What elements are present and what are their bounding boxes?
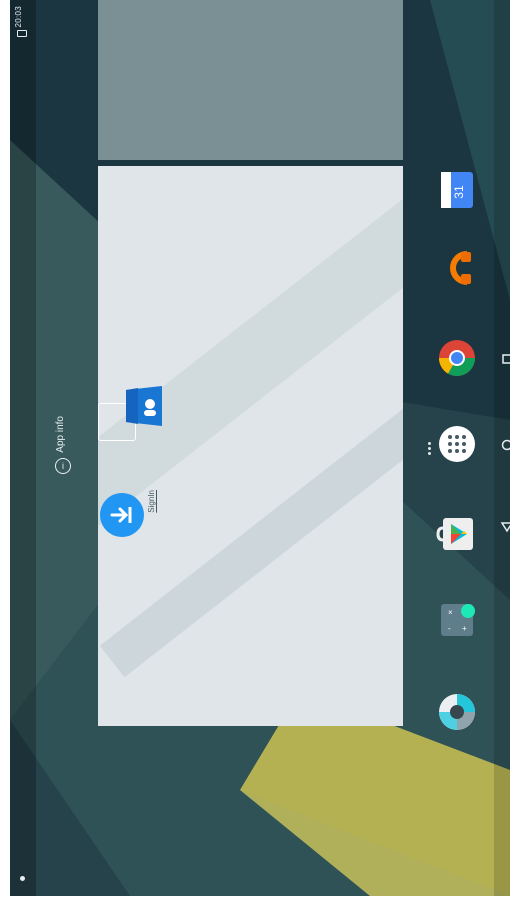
app-info-drop-target[interactable]: i App info <box>53 410 75 480</box>
battery-icon <box>17 30 27 37</box>
home-screen: 20:03 i App info SignIn 31 × + - <box>10 0 510 896</box>
calendar-icon[interactable]: 31 <box>435 168 479 212</box>
play-store-icon[interactable] <box>435 512 479 556</box>
chrome-icon[interactable] <box>435 336 479 380</box>
signin-widget-label: SignIn <box>147 490 156 513</box>
photos-icon[interactable] <box>435 690 479 734</box>
svg-text:+: + <box>462 624 467 633</box>
arrow-into-icon <box>110 507 132 523</box>
svg-text:31: 31 <box>452 185 466 199</box>
svg-text:×: × <box>448 608 453 617</box>
more-dots-icon <box>428 440 431 457</box>
app-drawer-icon[interactable] <box>435 422 479 466</box>
signin-widget-icon[interactable] <box>100 493 144 537</box>
app-info-label: App info <box>55 416 66 453</box>
status-bar: 20:03 <box>10 0 36 896</box>
svg-text:-: - <box>448 624 451 633</box>
calculator-icon[interactable]: × + - <box>435 598 479 642</box>
contacts-widget-icon[interactable] <box>120 382 168 430</box>
dock: 31 × + - <box>422 150 492 730</box>
recents-button-icon[interactable] <box>500 352 510 366</box>
widget-preview-panel <box>98 166 403 726</box>
notification-dot-icon <box>20 876 25 881</box>
back-button-icon[interactable] <box>500 520 510 534</box>
status-time: 20:03 <box>14 6 23 28</box>
widget-preview-top <box>98 0 403 160</box>
headphones-icon[interactable] <box>435 246 479 290</box>
home-button-icon[interactable] <box>500 438 510 452</box>
info-icon: i <box>55 458 71 474</box>
navigation-bar <box>494 0 510 896</box>
